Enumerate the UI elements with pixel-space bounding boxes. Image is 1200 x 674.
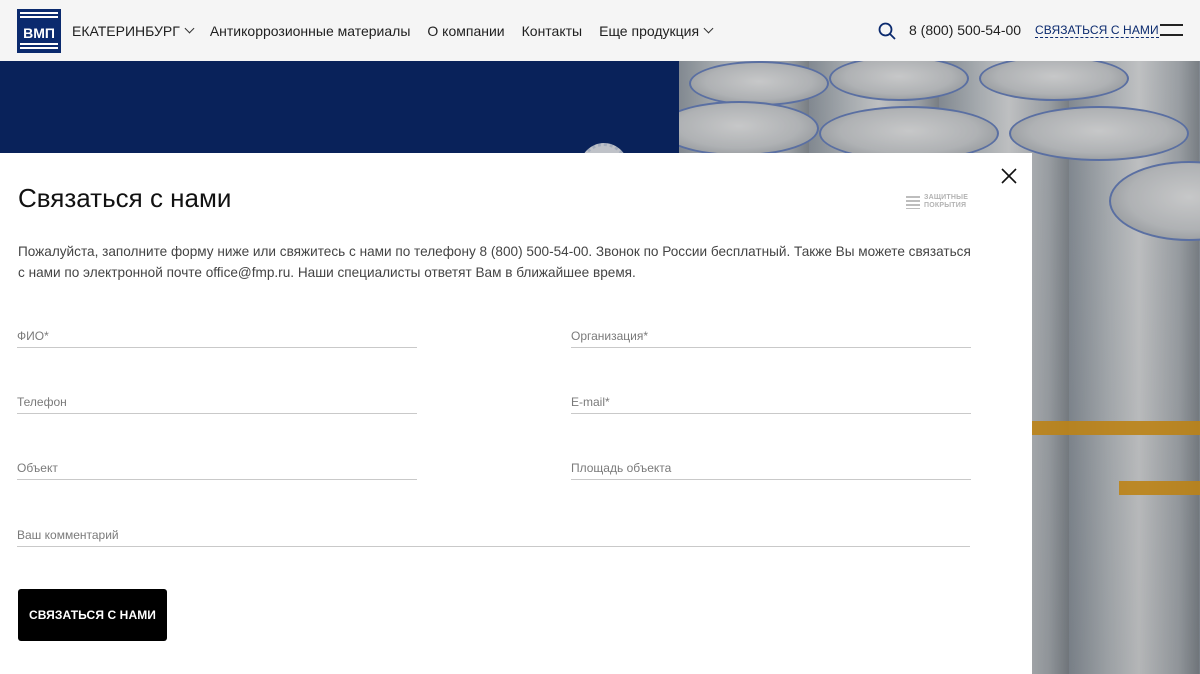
nav-item-label: Антикоррозионные материалы xyxy=(209,22,411,39)
chevron-down-icon xyxy=(184,23,195,34)
main-nav: ЕКАТЕРИНБУРГ Антикоррозионные материалы … xyxy=(72,0,729,61)
nav-item-about[interactable]: О компании xyxy=(427,23,504,39)
comment-field[interactable] xyxy=(17,523,970,547)
area-field[interactable] xyxy=(571,456,971,480)
chevron-down-icon xyxy=(703,23,714,34)
nav-item-label: О компании xyxy=(427,22,505,39)
brand-line-2: ПОКРЫТИЯ xyxy=(924,202,967,209)
search-icon[interactable] xyxy=(878,22,896,40)
email-field-wrapper xyxy=(571,390,971,414)
email-field[interactable] xyxy=(571,390,971,414)
comment-field-wrapper xyxy=(17,523,970,547)
nav-item-label: Еще продукция xyxy=(599,22,700,39)
nav-item-contacts[interactable]: Контакты xyxy=(522,23,582,39)
phone-field-wrapper xyxy=(17,390,417,414)
modal-title: Связаться с нами xyxy=(18,183,232,213)
logo-text: ВМП xyxy=(23,25,55,41)
nav-item-label: Контакты xyxy=(521,22,583,39)
organization-field-wrapper xyxy=(571,324,971,348)
brand-line-1: ЗАЩИТНЫЕ xyxy=(924,194,969,201)
fio-field[interactable] xyxy=(17,324,417,348)
phone-field[interactable] xyxy=(17,390,417,414)
city-selector[interactable]: ЕКАТЕРИНБУРГ xyxy=(72,22,195,39)
object-field[interactable] xyxy=(17,456,417,480)
fio-field-wrapper xyxy=(17,324,417,348)
modal-description: Пожалуйста, заполните форму ниже или свя… xyxy=(18,244,971,280)
brand-badge: ЗАЩИТНЫЕ ПОКРЫТИЯ xyxy=(906,194,968,210)
close-icon[interactable] xyxy=(1000,167,1018,185)
header-contact-link[interactable]: СВЯЗАТЬСЯ С НАМИ xyxy=(1035,23,1159,38)
brand-logo-icon xyxy=(906,196,920,209)
submit-button[interactable]: СВЯЗАТЬСЯ С НАМИ xyxy=(18,589,167,641)
header-phone[interactable]: 8 (800) 500-54-00 xyxy=(909,22,1021,38)
city-label: ЕКАТЕРИНБУРГ xyxy=(72,22,180,39)
nav-item-more-products[interactable]: Еще продукция xyxy=(599,22,714,39)
area-field-wrapper xyxy=(571,456,971,480)
site-header: ВМП ЕКАТЕРИНБУРГ Антикоррозионные матери… xyxy=(0,0,1200,61)
object-field-wrapper xyxy=(17,456,417,480)
menu-icon[interactable] xyxy=(1160,24,1183,37)
nav-item-anticorrosion[interactable]: Антикоррозионные материалы xyxy=(210,23,411,39)
logo-icon[interactable]: ВМП xyxy=(17,9,61,53)
organization-field[interactable] xyxy=(571,324,971,348)
